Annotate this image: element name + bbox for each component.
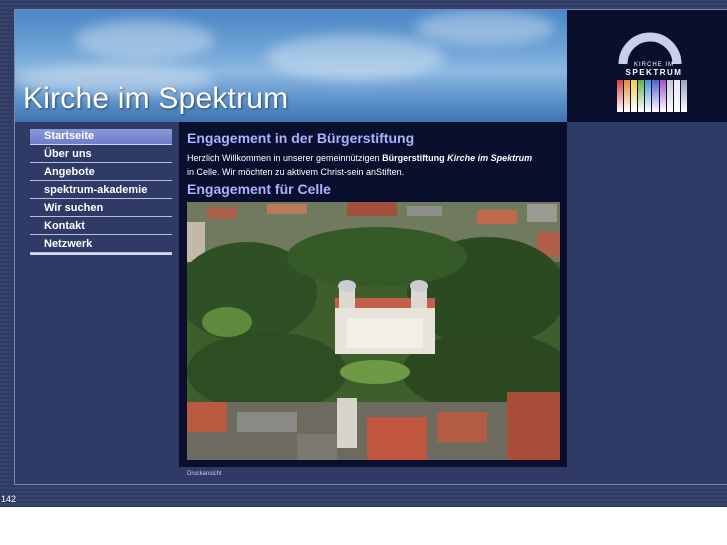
logo-bar: [638, 80, 645, 112]
logo-bar: [680, 80, 687, 112]
nav-item-kontakt[interactable]: Kontakt: [30, 219, 172, 235]
logo-bar: [652, 80, 659, 112]
logo-bar: [631, 80, 638, 112]
print-view-link[interactable]: Druckansicht: [187, 471, 222, 477]
logo-bar: [624, 80, 631, 112]
visitor-counter: 142: [1, 494, 17, 504]
logo-spectrum-bars: [617, 80, 687, 112]
logo-bar: [673, 80, 680, 112]
nav-item-angebote[interactable]: Angebote: [30, 165, 172, 181]
celle-castle-photo: [187, 202, 560, 460]
intro-text: Herzlich Willkommen in unserer gemeinnüt…: [187, 153, 533, 177]
logo-bar: [645, 80, 652, 112]
nav-item-wir-suchen[interactable]: Wir suchen: [30, 201, 172, 217]
nav-item-spektrum-akademie[interactable]: spektrum-akademie: [30, 183, 172, 199]
content-panel: Engagement in der Bürgerstiftung Herzlic…: [179, 122, 567, 467]
logo[interactable]: KIRCHE IM SPEKTRUM: [567, 10, 727, 122]
heading-buergerstiftung: Engagement in der Bürgerstiftung: [187, 130, 415, 146]
nav-item-über-uns[interactable]: Über uns: [30, 147, 172, 163]
aerial-photo-image: [187, 202, 560, 460]
nav-item-netzwerk[interactable]: Netzwerk: [30, 237, 172, 253]
logo-bar: [617, 80, 624, 112]
logo-bar: [666, 80, 673, 112]
logo-bar: [659, 80, 666, 112]
main-navigation: Startseite Über uns Angebote spektrum-akade…: [30, 129, 172, 255]
nav-divider: [30, 253, 172, 255]
header-banner: Kirche im Spektrum: [15, 10, 567, 122]
heading-celle: Engagement für Celle: [187, 181, 331, 197]
logo-text: KIRCHE IM SPEKTRUM: [625, 62, 683, 77]
nav-item-startseite[interactable]: Startseite: [30, 129, 172, 145]
logo-arc-icon: [618, 32, 682, 65]
site-title: Kirche im Spektrum: [23, 82, 289, 115]
